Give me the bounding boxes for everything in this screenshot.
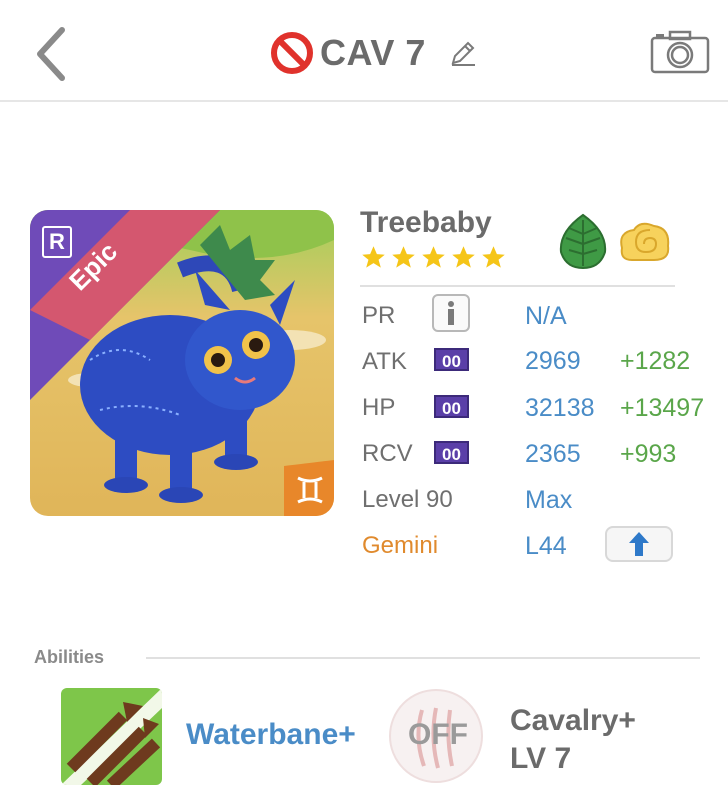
divider	[360, 285, 675, 287]
page-title: CAV 7	[320, 32, 426, 73]
leaf-icon	[559, 213, 607, 270]
no-entry-icon	[271, 32, 313, 74]
pencil-icon[interactable]	[448, 38, 478, 68]
camera-icon[interactable]	[650, 30, 710, 74]
skill-level-value: L44	[525, 532, 567, 560]
info-icon	[448, 301, 454, 325]
arrow-up-icon	[629, 532, 649, 556]
star-icon	[392, 246, 415, 268]
waterbane-icon[interactable]	[61, 688, 162, 785]
info-button[interactable]	[432, 294, 470, 332]
rcv-plus-badge[interactable]: 00	[434, 441, 469, 464]
top-bar: CAV 7	[0, 0, 728, 102]
monster-artwork	[30, 210, 334, 516]
cloud-swirl-icon	[620, 222, 670, 261]
rcv-label: RCV	[362, 440, 413, 467]
gemini-icon	[297, 476, 323, 504]
pr-value: N/A	[525, 302, 567, 330]
atk-bonus: +1282	[620, 347, 691, 375]
ability-name: Waterbane+	[186, 718, 356, 751]
abilities-title: Abilities	[34, 647, 105, 667]
rcv-value: 2365	[525, 440, 581, 468]
chevron-left-icon[interactable]	[30, 26, 74, 82]
sign-label: Gemini	[362, 532, 439, 559]
star-icon	[362, 246, 385, 268]
atk-value: 2969	[525, 347, 581, 375]
divider	[146, 657, 700, 659]
rarity-badge: R	[42, 226, 72, 258]
atk-plus-badge[interactable]: 00	[434, 348, 469, 371]
secondary-ability: Cavalry+ LV 7	[510, 702, 636, 778]
level-up-button[interactable]	[605, 526, 673, 562]
arrows-icon	[61, 688, 162, 785]
level-label: Level 90	[362, 486, 453, 513]
star-rating	[360, 244, 507, 271]
monster-portrait[interactable]: R Epic	[30, 210, 334, 516]
hp-value: 32138	[525, 394, 595, 422]
hp-label: HP	[362, 394, 396, 421]
ability-status-off: OFF	[408, 718, 468, 751]
star-icon	[422, 246, 445, 268]
hp-bonus: +13497	[620, 394, 705, 422]
star-icon	[482, 246, 505, 268]
hp-plus-badge[interactable]: 00	[434, 395, 469, 418]
rcv-bonus: +993	[620, 440, 677, 468]
star-icon	[452, 246, 475, 268]
level-value: Max	[525, 486, 573, 514]
monster-name: Treebaby	[360, 206, 492, 239]
atk-label: ATK	[362, 348, 407, 375]
secondary-ability-level: LV 7	[510, 742, 572, 775]
secondary-ability-name: Cavalry+	[510, 704, 636, 737]
page-title-group: CAV 7	[270, 28, 478, 78]
pr-label: PR	[362, 302, 396, 329]
